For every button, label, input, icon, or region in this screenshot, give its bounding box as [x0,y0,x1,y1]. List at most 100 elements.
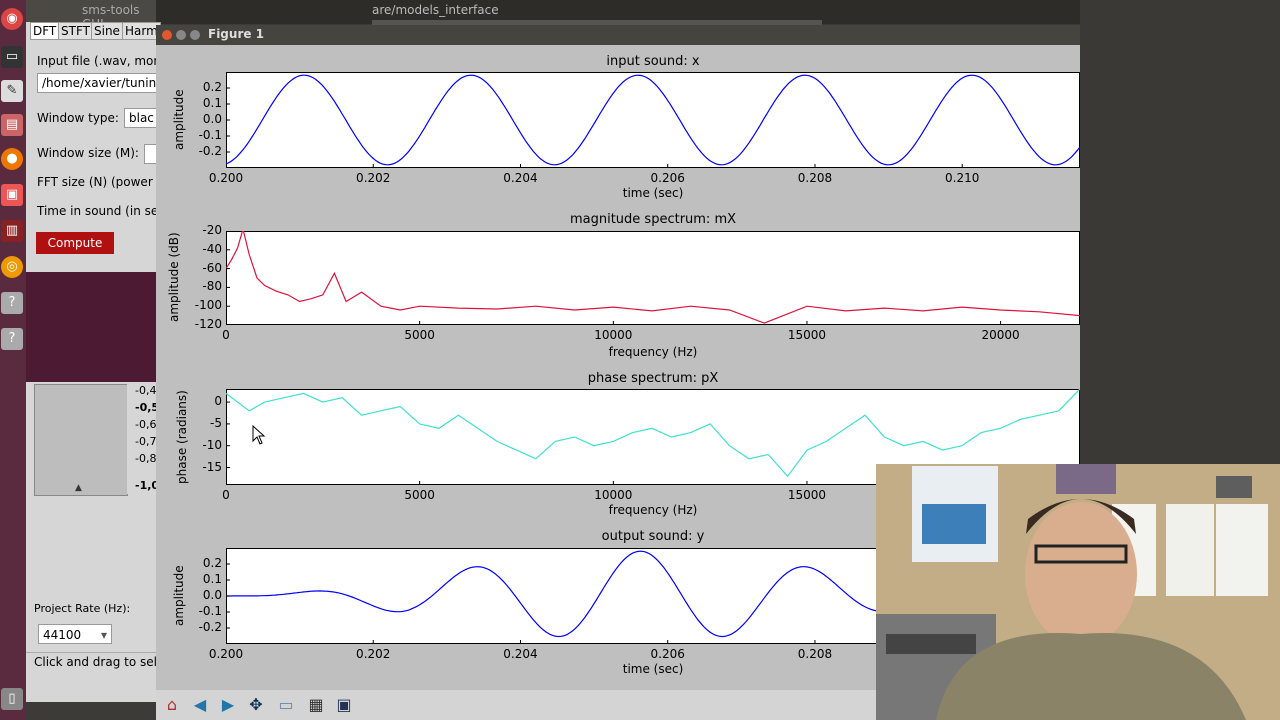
y-axis-label: amplitude [172,565,186,626]
y-axis-label: amplitude (dB) [167,232,181,322]
x-tick-label: 0.208 [797,647,833,661]
plot-magnitude-spectrum[interactable] [226,231,1080,325]
x-axis-label: frequency (Hz) [608,503,698,517]
firefox-icon[interactable]: ● [1,148,23,170]
x-axis-label: time (sec) [622,662,684,676]
desktop-background [26,272,158,382]
gui-titlebar: sms-tools GUI [26,0,156,31]
plot-title: phase spectrum: pX [587,371,719,386]
compute-button[interactable]: Compute [36,232,114,254]
y-tick-label: -15 [202,459,222,474]
audacity-icon[interactable]: ◎ [1,256,23,278]
status-bar: Click and drag to sel [26,652,158,673]
y-tick-label: -100 [194,298,222,313]
time-in-sound-label: Time in sound (in se [37,204,159,218]
text-editor-icon[interactable]: ✎ [1,80,23,102]
input-file-field[interactable]: /home/xavier/tunin [37,73,163,93]
y-tick-label: -80 [202,279,222,294]
y-tick-label: -0.1 [198,128,222,142]
x-tick-label: 0.200 [208,647,244,661]
help-icon-2[interactable]: ? [1,328,23,350]
tab-sine[interactable]: Sine [91,22,123,40]
sms-tools-window: DFT STFT Sine Harm Input file (.wav, mon… [26,22,164,272]
terminal-icon[interactable]: ▭ [1,46,23,68]
y-tick-label: -10 [202,437,222,452]
tab-stft[interactable]: STFT [58,22,93,40]
y-tick-label: 0.1 [202,96,222,110]
window-size-label: Window size (M): [37,146,139,160]
help-icon[interactable]: ? [1,292,23,314]
zoom-icon[interactable]: ▭ [274,693,298,717]
collapse-icon[interactable]: ▲ [75,483,82,493]
y-tick-label: -5 [210,415,222,430]
tab-harm[interactable]: Harm [122,22,161,40]
save-icon[interactable]: ▣ [332,693,356,717]
amplitude-scale: -0,4 -0,5 -0,6 -0,7 -0,8 -1,0 [127,384,159,494]
x-tick-label: 0.206 [650,647,685,661]
pan-icon[interactable]: ✥ [244,693,268,717]
x-tick-label: 0.204 [503,647,538,661]
scale-value: -0,6 [135,418,157,431]
x-tick-label: 0 [222,488,230,502]
maximize-icon[interactable] [190,30,200,40]
input-file-label: Input file (.wav, mon [37,54,162,68]
x-tick-label: 0.206 [650,171,685,185]
scale-value: -0,4 [135,384,157,397]
project-rate-select[interactable]: 44100 ▾ [38,624,112,644]
y-tick-label: -0.1 [198,604,222,618]
configure-icon[interactable]: ▦ [304,693,328,717]
x-tick-label: 0.208 [797,171,833,185]
audio-track[interactable]: ▲ [34,384,128,496]
input-sound-line [226,74,1080,168]
project-rate-label: Project Rate (Hz): [34,602,131,615]
desktop-background [1080,0,1280,464]
y-tick-label: 0.0 [202,588,222,602]
plot-input-sound[interactable] [226,72,1080,168]
audio-icon[interactable]: ▥ [1,220,23,242]
series-line [226,74,1080,166]
y-tick-label: -0.2 [198,144,222,158]
plot-title: output sound: y [601,529,705,544]
x-tick-label: 0.202 [356,647,391,661]
y-tick-label: 0.2 [202,556,222,570]
x-axis-label: time (sec) [622,186,684,200]
plot-title: input sound: x [606,54,700,69]
x-axis-label: frequency (Hz) [608,345,698,359]
x-tick-label: 5000 [404,328,435,342]
tab-dft[interactable]: DFT [30,22,60,40]
launcher-bar: ◉ ▭ ✎ ▤ ● ▣ ▥ ◎ ? ? ▯ [0,0,26,720]
magnitude-spectrum-line [226,231,1080,325]
y-tick-label: 0.1 [202,572,222,586]
y-axis-label: amplitude [172,89,186,150]
chevron-down-icon: ▾ [100,628,107,642]
background-window-title: are/models_interface [372,3,499,17]
x-tick-label: 20000 [981,328,1020,342]
home-icon[interactable]: ⌂ [160,693,184,717]
x-tick-label: 10000 [594,488,633,502]
x-tick-label: 0.200 [208,171,244,185]
forward-icon[interactable]: ▶ [216,693,240,717]
y-tick-label: -40 [202,241,222,256]
y-tick-label: -120 [194,317,222,331]
ubuntu-dash-icon[interactable]: ◉ [1,8,23,30]
minimize-icon[interactable] [176,30,186,40]
y-tick-label: -60 [202,260,222,275]
x-tick-label: 15000 [787,328,827,342]
y-tick-label: 0 [214,394,222,409]
y-tick-label: 0.0 [202,112,222,126]
x-tick-label: 0 [222,328,230,342]
close-icon[interactable] [162,30,172,40]
back-icon[interactable]: ◀ [188,693,212,717]
trash-icon[interactable]: ▯ [1,688,23,710]
x-tick-label: 5000 [404,488,435,502]
document-icon[interactable]: ▣ [1,184,23,206]
fft-size-label: FFT size (N) (power [37,175,153,189]
x-tick-label: 0.210 [945,171,980,185]
y-tick-label: -20 [202,223,222,237]
y-tick-label: 0.2 [202,80,222,94]
plot-title: magnitude spectrum: mX [569,212,737,227]
x-tick-label: 10000 [594,328,633,342]
files-icon[interactable]: ▤ [1,114,23,136]
window-type-label: Window type: [37,111,119,125]
y-axis-label: phase (radians) [175,390,189,484]
